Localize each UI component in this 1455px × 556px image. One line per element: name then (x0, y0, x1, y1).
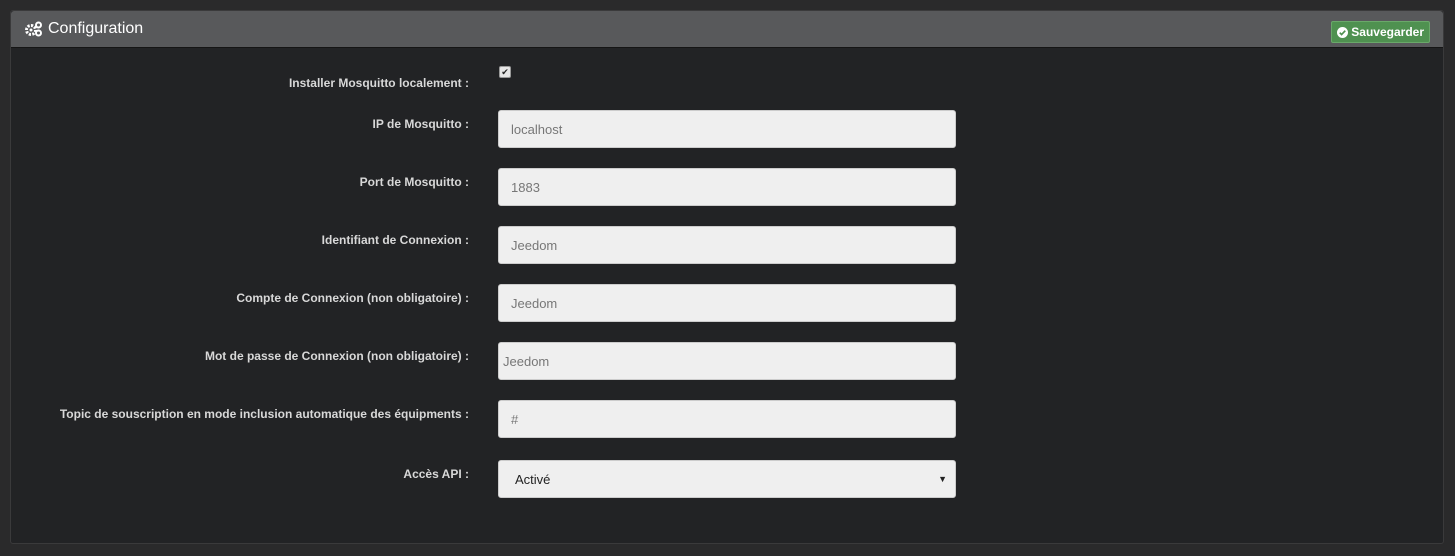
topic-value: # (511, 411, 519, 427)
check-circle-icon (1337, 26, 1349, 38)
port-value: 1883 (511, 179, 540, 195)
port-input[interactable]: 1883 (498, 168, 956, 206)
identifier-value: Jeedom (511, 237, 558, 253)
api-select[interactable]: Activé ▼ (498, 460, 956, 498)
install-label: Installer Mosquitto localement : (288, 76, 469, 90)
field-label: Topic de souscription en mode inclusion … (59, 407, 469, 421)
identifier-input[interactable]: Jeedom (498, 226, 956, 264)
api-value: Activé (515, 471, 551, 487)
field-label: Accès API : (403, 467, 469, 481)
panel-header: Configuration Sauvegarder (11, 11, 1443, 48)
save-button[interactable]: Sauvegarder (1331, 21, 1430, 43)
caret-down-icon: ▼ (938, 474, 947, 484)
panel-title-text: Configuration (48, 20, 144, 37)
field-label: Compte de Connexion (non obligatoire) : (236, 291, 469, 305)
cogs-icon (25, 21, 42, 37)
account-input[interactable]: Jeedom (498, 284, 956, 322)
account-value: Jeedom (511, 295, 558, 311)
password-value: Jeedom (503, 353, 550, 369)
save-label: Sauvegarder (1351, 25, 1424, 39)
field-label: Mot de passe de Connexion (non obligatoi… (204, 349, 469, 363)
password-input[interactable]: Jeedom (498, 342, 956, 380)
configuration-panel: Configuration Sauvegarder Installer Mosq… (10, 10, 1444, 544)
field-label: Port de Mosquitto : (359, 175, 469, 189)
ip-value: localhost (511, 121, 563, 137)
topic-input[interactable]: # (498, 400, 956, 438)
ip-input[interactable]: localhost (498, 110, 956, 148)
install-checkbox[interactable]: ✔ (499, 66, 511, 78)
panel-title: Configuration (25, 20, 143, 38)
field-label: IP de Mosquitto : (372, 117, 469, 131)
field-label: Identifiant de Connexion : (321, 233, 469, 247)
